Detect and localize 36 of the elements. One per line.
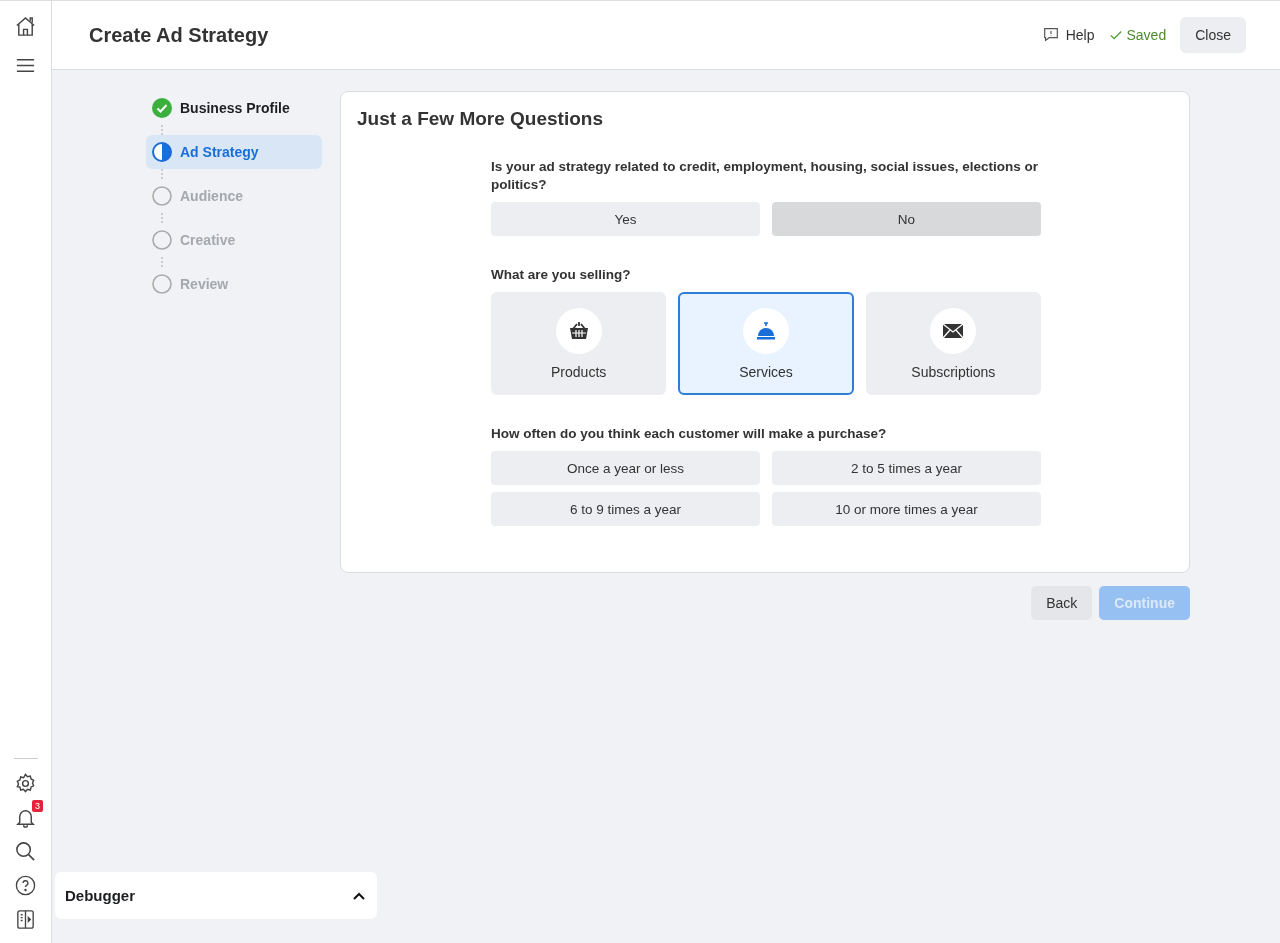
settings-icon[interactable]	[14, 772, 37, 795]
search-icon[interactable]	[14, 840, 37, 863]
empty-circle-icon	[152, 186, 172, 206]
chevron-icon[interactable]	[353, 891, 365, 900]
notification-badge: 3	[32, 800, 43, 812]
close-button[interactable]: Close	[1180, 17, 1246, 53]
check-circle-icon	[152, 98, 172, 118]
checkmark-icon	[1108, 28, 1123, 42]
help-button[interactable]: Help	[1041, 26, 1095, 44]
option-button[interactable]: 6 to 9 times a year	[491, 492, 760, 526]
half-circle-icon	[152, 142, 172, 162]
empty-circle-icon	[152, 230, 172, 250]
help-icon[interactable]	[14, 874, 37, 897]
card-title: Just a Few More Questions	[357, 108, 604, 130]
debugger-title: Debugger	[65, 887, 135, 904]
option-button[interactable]: Once a year or less	[491, 451, 760, 485]
option-button[interactable]: 10 or more times a year	[772, 492, 1041, 526]
page-title: Create Ad Strategy	[89, 23, 269, 47]
debugger-panel[interactable]: Debugger	[55, 872, 377, 919]
step-item[interactable]: Business Profile	[146, 91, 322, 125]
empty-circle-icon	[152, 274, 172, 294]
saved-status: Saved	[1126, 27, 1167, 43]
choice-tile[interactable]: Services	[678, 292, 854, 395]
option-button[interactable]: No	[772, 202, 1041, 236]
panel-toggle-icon[interactable]	[14, 908, 37, 931]
choice-tile[interactable]: Subscriptions	[865, 292, 1041, 395]
question-label: How often do you think each customer will make a purchase?	[491, 425, 888, 443]
home-icon[interactable]	[14, 15, 37, 38]
question-label: Is your ad strategy related to credit, employment, housing, social issues, elections or politics?	[491, 158, 1039, 194]
speech-bubble-icon	[1041, 26, 1060, 44]
question-label: What are you selling?	[491, 266, 632, 284]
option-button[interactable]: Yes	[491, 202, 760, 236]
step-item[interactable]: Ad Strategy	[146, 135, 322, 169]
option-button[interactable]: 2 to 5 times a year	[772, 451, 1041, 485]
back-button[interactable]: Back	[1031, 586, 1093, 620]
choice-tile[interactable]: Products	[491, 292, 667, 395]
